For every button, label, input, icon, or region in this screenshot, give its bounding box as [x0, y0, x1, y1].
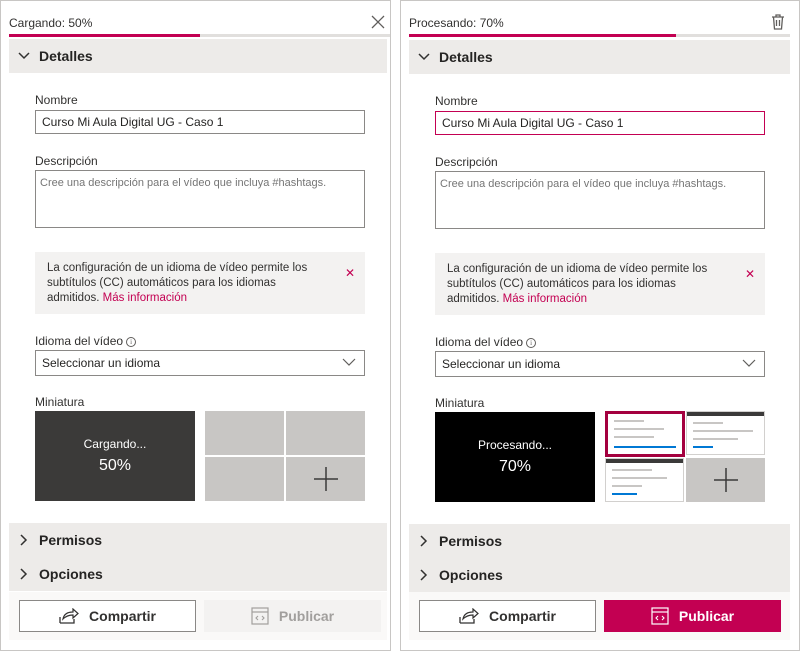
- thumbnail-option-selected[interactable]: [605, 411, 685, 457]
- share-icon: [59, 608, 79, 624]
- chevron-right-icon: [9, 568, 39, 580]
- thumbnail-preview: Cargando... 50%: [35, 411, 195, 501]
- section-options-title: Opciones: [39, 566, 103, 582]
- panel-footer: Compartir Publicar: [409, 592, 790, 640]
- thumbnail-option[interactable]: [686, 411, 765, 455]
- language-select-value: Seleccionar un idioma: [442, 357, 561, 371]
- language-label-text: Idioma del vídeo: [435, 335, 524, 349]
- language-select-value: Seleccionar un idioma: [42, 356, 161, 370]
- upload-panel-right: Procesando: 70% Detalles Nombre Descripc…: [400, 0, 800, 651]
- thumbnail-percent: 70%: [498, 458, 532, 475]
- upload-panel-left: Cargando: 50% Detalles Nombre Descripció…: [0, 0, 391, 651]
- panel-header: Procesando: 70%: [401, 1, 799, 37]
- section-permissions-title: Permisos: [439, 533, 503, 549]
- section-options[interactable]: Opciones: [409, 558, 790, 592]
- section-details-title: Detalles: [39, 48, 93, 64]
- name-input[interactable]: [35, 110, 365, 134]
- info-icon[interactable]: i: [526, 338, 537, 348]
- thumbnail-placeholder: [205, 457, 284, 501]
- plus-icon: [313, 467, 338, 491]
- dismiss-info-icon[interactable]: ✕: [345, 266, 355, 281]
- dismiss-info-icon[interactable]: ✕: [745, 267, 755, 282]
- plus-icon: [713, 468, 738, 492]
- name-label: Nombre: [435, 94, 478, 108]
- thumbnail-label: Miniatura: [35, 395, 85, 409]
- thumbnail-placeholder: [286, 411, 365, 455]
- panel-footer: Compartir Publicar: [9, 592, 387, 640]
- chevron-right-icon: [409, 569, 439, 581]
- thumbnail-option[interactable]: [605, 458, 684, 502]
- close-icon[interactable]: [369, 13, 387, 31]
- progress-track: [9, 34, 390, 37]
- section-details[interactable]: Detalles: [9, 39, 387, 73]
- language-info-box: La configuración de un idioma de vídeo p…: [35, 252, 365, 314]
- chevron-down-icon: [742, 359, 756, 367]
- progress-track: [409, 34, 790, 37]
- language-select[interactable]: Seleccionar un idioma: [435, 351, 765, 377]
- section-details-title: Detalles: [439, 49, 493, 65]
- section-options[interactable]: Opciones: [9, 557, 387, 591]
- chevron-down-icon: [9, 52, 39, 60]
- description-input[interactable]: [35, 170, 365, 228]
- publish-icon: [651, 607, 669, 625]
- panel-header: Cargando: 50%: [1, 1, 390, 37]
- share-label: Compartir: [89, 608, 156, 624]
- section-permissions[interactable]: Permisos: [409, 524, 790, 558]
- upload-status: Cargando: 50%: [9, 16, 93, 30]
- thumbnail-preview: Procesando... 70%: [435, 412, 595, 502]
- publish-label: Publicar: [278, 608, 335, 624]
- upload-status: Procesando: 70%: [409, 16, 504, 30]
- publish-icon: [251, 607, 269, 625]
- publish-button[interactable]: Publicar: [204, 600, 381, 632]
- publish-button[interactable]: Publicar: [604, 600, 781, 632]
- thumbnail-label: Miniatura: [435, 396, 485, 410]
- add-thumbnail-button[interactable]: [686, 458, 765, 502]
- thumbnail-status: Cargando...: [83, 437, 147, 451]
- share-button[interactable]: Compartir: [19, 600, 196, 632]
- section-permissions-title: Permisos: [39, 532, 103, 548]
- language-label: Idioma del vídeo i: [35, 334, 137, 348]
- publish-label: Publicar: [678, 608, 735, 624]
- share-label: Compartir: [489, 608, 556, 624]
- language-select[interactable]: Seleccionar un idioma: [35, 350, 365, 376]
- chevron-down-icon: [342, 358, 356, 366]
- section-permissions[interactable]: Permisos: [9, 523, 387, 557]
- more-info-link[interactable]: Más información: [103, 292, 187, 304]
- language-info-box: La configuración de un idioma de vídeo p…: [435, 253, 765, 315]
- name-label: Nombre: [35, 93, 78, 107]
- more-info-link[interactable]: Más información: [503, 293, 587, 305]
- chevron-down-icon: [409, 53, 439, 61]
- progress-fill: [409, 34, 676, 37]
- section-options-title: Opciones: [439, 567, 503, 583]
- description-label: Descripción: [435, 155, 498, 169]
- language-label: Idioma del vídeo i: [435, 335, 537, 349]
- name-input[interactable]: [435, 111, 765, 135]
- chevron-right-icon: [409, 535, 439, 547]
- add-thumbnail-button[interactable]: [286, 457, 365, 501]
- share-button[interactable]: Compartir: [419, 600, 596, 632]
- trash-icon[interactable]: [769, 13, 787, 31]
- chevron-right-icon: [9, 534, 39, 546]
- language-label-text: Idioma del vídeo: [35, 334, 124, 348]
- thumbnail-placeholder: [205, 411, 284, 455]
- thumbnail-status: Procesando...: [477, 438, 553, 452]
- info-icon[interactable]: i: [126, 337, 137, 347]
- description-label: Descripción: [35, 154, 98, 168]
- description-input[interactable]: [435, 171, 765, 229]
- section-details[interactable]: Detalles: [409, 40, 790, 74]
- share-icon: [459, 608, 479, 624]
- progress-fill: [9, 34, 200, 37]
- thumbnail-percent: 50%: [98, 457, 132, 474]
